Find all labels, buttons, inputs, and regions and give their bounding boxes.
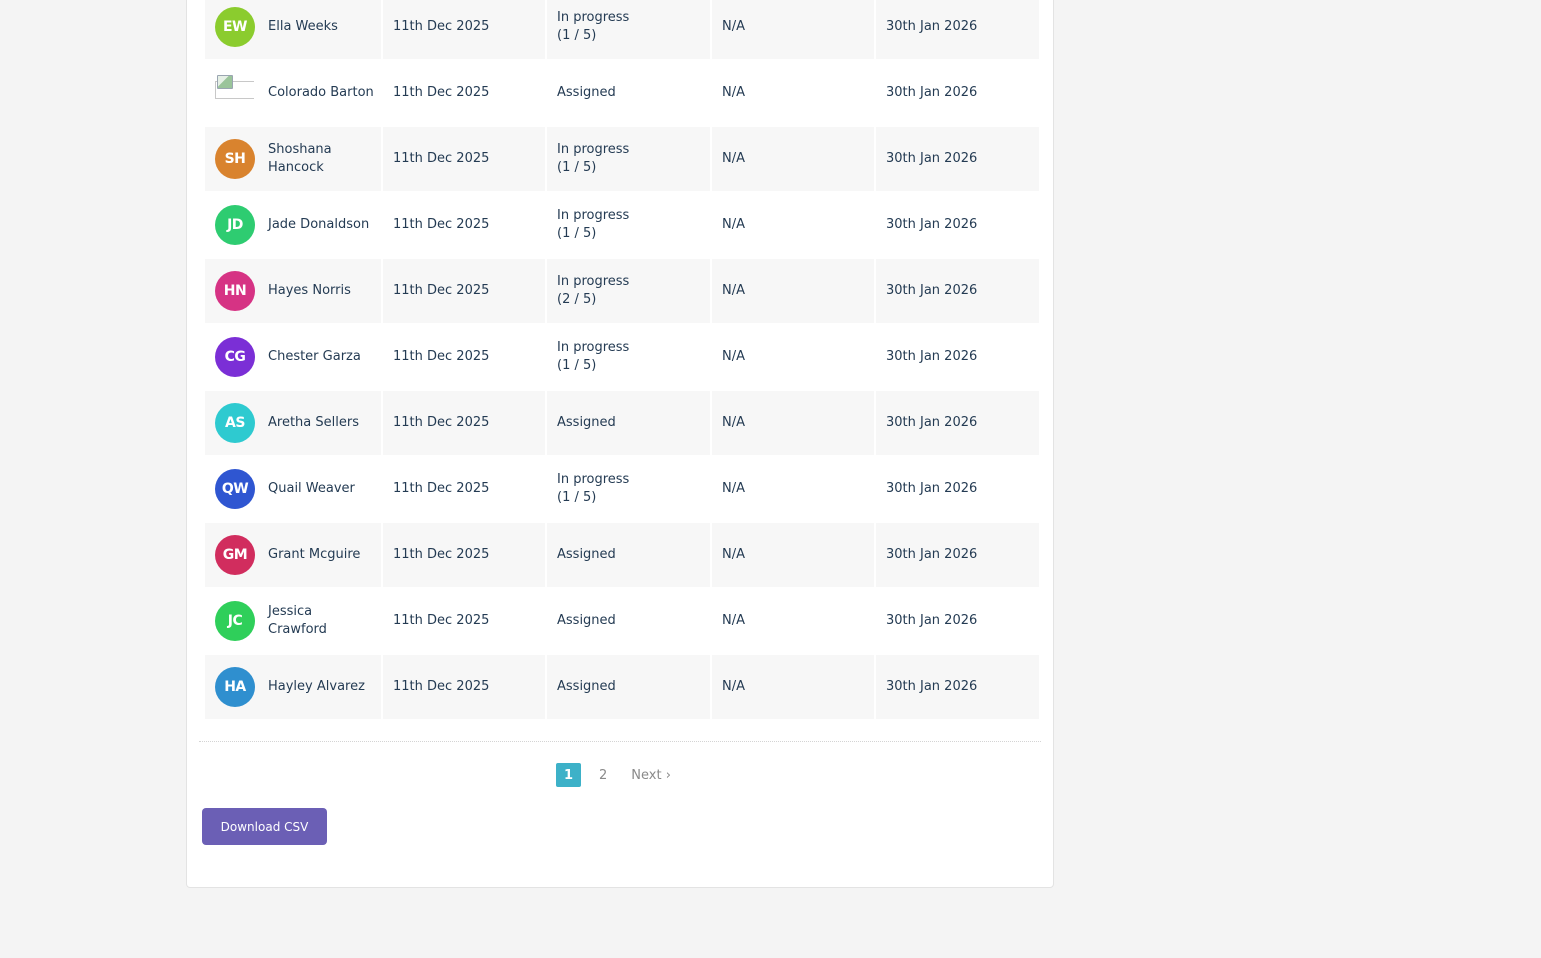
download-csv-button[interactable]: Download CSV <box>202 808 327 845</box>
avatar: JD <box>215 205 255 245</box>
student-cell: CG Chester Garza <box>205 325 381 389</box>
due-date: 30th Jan 2026 <box>886 217 978 232</box>
student-name: Grant Mcguire <box>268 547 361 562</box>
avatar: JC <box>215 601 255 641</box>
assigned-date: 11th Dec 2025 <box>383 0 545 59</box>
student-name: Chester Garza <box>268 349 361 364</box>
status-text: Assigned <box>547 523 710 587</box>
due-date: 30th Jan 2026 <box>876 655 1039 719</box>
score-text: N/A <box>712 391 874 455</box>
status-text: Assigned <box>547 391 710 455</box>
due-date: 30th Jan 2026 <box>876 391 1039 455</box>
table-row: SH Shoshana Hancock 11th Dec 2025 In progre… <box>205 127 1041 191</box>
score-text: N/A <box>712 259 874 323</box>
assigned-date: 11th Dec 2025 <box>383 391 545 455</box>
student-name: Hayes Norris <box>268 283 351 298</box>
due-date: 30th Jan 2026 <box>886 85 978 100</box>
avatar: QW <box>215 469 255 509</box>
due-date: 30th Jan 2026 <box>876 523 1039 587</box>
student-name: Shoshana Hancock <box>268 142 332 175</box>
table-divider <box>199 741 1041 742</box>
score-text: N/A <box>712 655 874 719</box>
score-text: N/A <box>712 0 874 59</box>
student-cell: HN Hayes Norris <box>205 259 381 323</box>
table-row: JC Jessica Crawford 11th Dec 2025 Assigned N… <box>205 589 1041 653</box>
status-text: In progress (2 / 5) <box>547 259 710 323</box>
assigned-date: 11th Dec 2025 <box>383 523 545 587</box>
student-name: Hayley Alvarez <box>268 679 365 694</box>
pagination-next-link[interactable]: Next › <box>631 768 671 783</box>
assigned-date: 11th Dec 2025 <box>393 85 490 100</box>
status-text: In progress (1 / 5) <box>547 0 710 59</box>
student-cell: SH Shoshana Hancock <box>205 127 381 191</box>
due-date: 30th Jan 2026 <box>886 349 978 364</box>
score-text: N/A <box>722 349 745 364</box>
avatar: EW <box>215 7 255 47</box>
score-text: N/A <box>722 217 745 232</box>
table-row: GM Grant Mcguire 11th Dec 2025 Assigned N/A 3… <box>205 523 1041 587</box>
avatar: HN <box>215 271 255 311</box>
due-date: 30th Jan 2026 <box>886 613 978 628</box>
score-text: N/A <box>712 523 874 587</box>
status-text: In progress (1 / 5) <box>557 472 630 505</box>
student-name: Colorado Barton <box>268 85 374 100</box>
table-row: HN Hayes Norris 11th Dec 2025 In progress (… <box>205 259 1041 323</box>
due-date: 30th Jan 2026 <box>886 481 978 496</box>
score-text: N/A <box>722 613 745 628</box>
pagination: 1 2 Next › <box>556 763 695 787</box>
student-cell: EW Ella Weeks <box>205 0 381 59</box>
table-row: EW Ella Weeks 11th Dec 2025 In progress (1 … <box>205 0 1041 59</box>
status-text: In progress (1 / 5) <box>557 340 630 373</box>
student-cell: HA Hayley Alvarez <box>205 655 381 719</box>
score-text: N/A <box>722 481 745 496</box>
assigned-date: 11th Dec 2025 <box>393 481 490 496</box>
table-row: QW Quail Weaver 11th Dec 2025 In progress (… <box>205 457 1041 521</box>
table-row: CG Chester Garza 11th Dec 2025 In progress … <box>205 325 1041 389</box>
due-date: 30th Jan 2026 <box>876 0 1039 59</box>
avatar: AS <box>215 403 255 443</box>
student-name: Aretha Sellers <box>268 415 359 430</box>
status-text: Assigned <box>557 85 616 100</box>
student-name: Ella Weeks <box>268 19 338 34</box>
score-text: N/A <box>712 127 874 191</box>
pagination-current-page[interactable]: 1 <box>556 763 581 787</box>
table-row: JD Jade Donaldson 11th Dec 2025 In progress… <box>205 193 1041 257</box>
student-cell: AS Aretha Sellers <box>205 391 381 455</box>
table-row: AS Aretha Sellers 11th Dec 2025 Assigned N/A… <box>205 391 1041 455</box>
status-text: In progress (1 / 5) <box>557 208 630 241</box>
assigned-date: 11th Dec 2025 <box>393 349 490 364</box>
avatar: SH <box>215 139 255 179</box>
assigned-date: 11th Dec 2025 <box>383 259 545 323</box>
student-cell: JC Jessica Crawford <box>205 589 381 653</box>
student-cell: GM Grant Mcguire <box>205 523 381 587</box>
due-date: 30th Jan 2026 <box>876 259 1039 323</box>
student-cell: QW Quail Weaver <box>205 457 381 521</box>
table-row: Colorado Barton 11th Dec 2025 Assigned N/A 3… <box>205 61 1041 125</box>
avatar: CG <box>215 337 255 377</box>
broken-image-icon <box>215 73 255 113</box>
assigned-date: 11th Dec 2025 <box>393 217 490 232</box>
pagination-page-2[interactable]: 2 <box>599 768 607 783</box>
status-text: Assigned <box>547 655 710 719</box>
avatar: HA <box>215 667 255 707</box>
student-name: Quail Weaver <box>268 481 355 496</box>
due-date: 30th Jan 2026 <box>876 127 1039 191</box>
student-cell: Colorado Barton <box>205 61 381 125</box>
avatar: GM <box>215 535 255 575</box>
score-text: N/A <box>722 85 745 100</box>
results-card: EW Ella Weeks 11th Dec 2025 In progress (1 … <box>186 0 1054 888</box>
student-name: Jade Donaldson <box>268 217 370 232</box>
student-name: Jessica Crawford <box>268 604 327 637</box>
status-text: In progress (1 / 5) <box>547 127 710 191</box>
assigned-date: 11th Dec 2025 <box>383 127 545 191</box>
results-table: EW Ella Weeks 11th Dec 2025 In progress (1 … <box>205 0 1041 721</box>
table-row: HA Hayley Alvarez 11th Dec 2025 Assigned N/A… <box>205 655 1041 719</box>
student-cell: JD Jade Donaldson <box>205 193 381 257</box>
status-text: Assigned <box>557 613 616 628</box>
assigned-date: 11th Dec 2025 <box>393 613 490 628</box>
assigned-date: 11th Dec 2025 <box>383 655 545 719</box>
